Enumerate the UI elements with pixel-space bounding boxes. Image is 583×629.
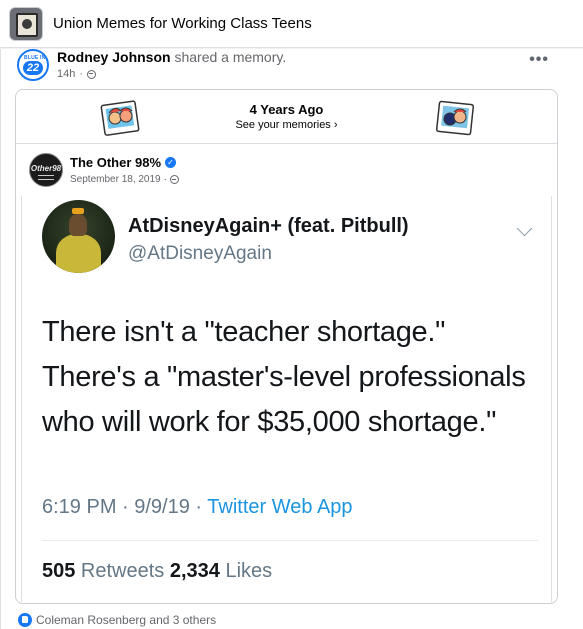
post-header: BLUE IN 22 Rodney Johnson shared a memor… bbox=[17, 49, 567, 89]
tweet-stats: 505 Retweets 2,334 Likes bbox=[42, 560, 272, 583]
tweet-handle: @AtDisneyAgain bbox=[128, 243, 272, 264]
group-name[interactable]: Union Memes for Working Class Teens bbox=[53, 15, 312, 32]
tweet-line: who will work for $35,000 shortage." bbox=[42, 406, 497, 438]
retweets-count: 505 bbox=[42, 560, 76, 582]
more-icon[interactable]: ••• bbox=[529, 51, 549, 69]
memory-banner[interactable]: 4 Years Ago See your memories › bbox=[16, 90, 557, 144]
page-post-date[interactable]: September 18, 2019 bbox=[70, 174, 161, 185]
reactions-summary[interactable]: Coleman Rosenberg and 3 others bbox=[18, 613, 216, 627]
reactions-text: Coleman Rosenberg and 3 others bbox=[36, 613, 217, 627]
author-name[interactable]: Rodney Johnson bbox=[57, 49, 171, 65]
chevron-down-icon bbox=[516, 220, 533, 237]
tweet-avatar bbox=[42, 200, 115, 273]
group-header: Union Memes for Working Class Teens bbox=[0, 0, 583, 48]
like-icon bbox=[18, 613, 32, 627]
tweet-line: There isn't a "teacher shortage." bbox=[42, 316, 446, 348]
shared-action-text: shared a memory. bbox=[174, 49, 287, 65]
page-avatar[interactable]: Other98 bbox=[29, 153, 63, 187]
tweet-screenshot-image[interactable]: AtDisneyAgain+ (feat. Pitbull) @AtDisney… bbox=[21, 196, 552, 603]
globe-icon bbox=[87, 69, 97, 79]
tweet-divider bbox=[42, 540, 538, 541]
tweet-source: Twitter Web App bbox=[207, 496, 353, 518]
chevron-right-icon: › bbox=[333, 119, 338, 131]
avatar-badge-number: 22 bbox=[23, 61, 43, 75]
globe-icon bbox=[169, 175, 179, 184]
post-time[interactable]: 14h bbox=[57, 68, 75, 80]
likes-label: Likes bbox=[219, 560, 273, 582]
memory-frame: 4 Years Ago See your memories › Other98 … bbox=[15, 89, 558, 604]
memory-title: 4 Years Ago bbox=[249, 102, 324, 117]
tweet-timestamp: 6:19 PM · 9/9/19 · Twitter Web App bbox=[42, 496, 353, 519]
see-memories-label: See your memories bbox=[235, 119, 331, 131]
tweet-time-text: 6:19 PM · 9/9/19 · bbox=[42, 496, 208, 518]
group-avatar[interactable] bbox=[9, 6, 43, 41]
page-name[interactable]: The Other 98% bbox=[70, 155, 161, 170]
tweet-text: There isn't a "teacher shortage." There'… bbox=[42, 310, 547, 445]
verified-icon: ✓ bbox=[165, 157, 177, 168]
author-line: Rodney Johnson shared a memory. bbox=[57, 49, 286, 65]
post-meta: 14h · bbox=[57, 68, 97, 80]
retweets-label: Retweets bbox=[75, 560, 170, 582]
page-name-row: The Other 98% ✓ bbox=[70, 155, 177, 170]
page-avatar-text: Other98 bbox=[30, 164, 62, 173]
post-card: BLUE IN 22 Rodney Johnson shared a memor… bbox=[0, 49, 583, 629]
page-meta: September 18, 2019 · bbox=[70, 174, 179, 185]
tweet-line: There's a "master's-level professionals bbox=[42, 361, 526, 393]
author-avatar[interactable]: BLUE IN 22 bbox=[17, 49, 49, 81]
likes-count: 2,334 bbox=[169, 560, 220, 582]
shared-page-header: Other98 The Other 98% ✓ September 18, 20… bbox=[16, 144, 557, 196]
tweet-display-name: AtDisneyAgain+ (feat. Pitbull) bbox=[128, 215, 409, 237]
see-memories-link[interactable]: See your memories › bbox=[16, 119, 557, 131]
